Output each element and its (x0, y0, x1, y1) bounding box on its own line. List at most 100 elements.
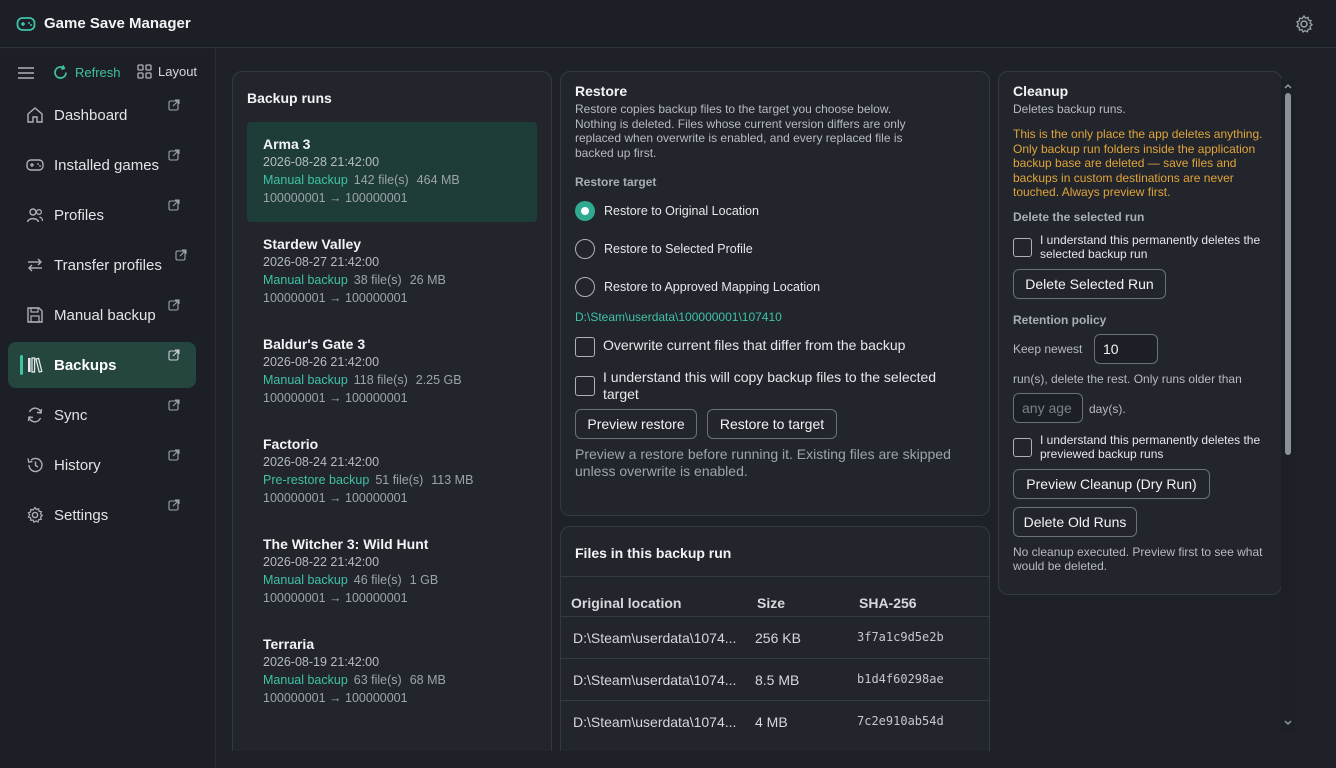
external-link-icon[interactable] (168, 99, 180, 111)
cleanup-confirm-checkbox[interactable] (1013, 438, 1032, 457)
external-link-icon[interactable] (168, 199, 180, 211)
column-header-size[interactable]: Size (757, 595, 785, 611)
backup-run-item[interactable]: Terraria 2026-08-19 21:42:00 Manual back… (247, 622, 537, 722)
backup-runs-panel: Backup runs Arma 3 2026-08-28 21:42:00 M… (232, 71, 552, 751)
preview-cleanup-button[interactable]: Preview Cleanup (Dry Run) (1013, 469, 1210, 499)
run-meta: Manual backup 142 file(s) 464 MB (263, 173, 460, 187)
external-link-icon[interactable] (168, 299, 180, 311)
external-link-icon[interactable] (168, 449, 180, 461)
run-meta: Manual backup 46 file(s) 1 GB (263, 573, 438, 587)
run-profile-ids: 100000001 → 100000001 (263, 491, 408, 505)
delete-section-label: Delete the selected run (1013, 210, 1145, 224)
backup-run-item[interactable]: The Witcher 3: Wild Hunt 2026-08-22 21:4… (247, 522, 537, 622)
delete-old-runs-button[interactable]: Delete Old Runs (1013, 507, 1137, 537)
age-days-input[interactable]: any age (1013, 393, 1083, 423)
divider (561, 576, 989, 577)
delete-selected-run-button[interactable]: Delete Selected Run (1013, 269, 1166, 299)
delete-confirm-row[interactable]: I understand this permanently deletes th… (1013, 233, 1275, 261)
run-type: Manual backup (263, 173, 348, 187)
overwrite-label: Overwrite current files that differ from… (603, 337, 906, 353)
sidebar-item-manual-backup[interactable]: Manual backup (8, 292, 196, 338)
run-type: Manual backup (263, 373, 348, 387)
run-date: 2026-08-27 21:42:00 (263, 255, 380, 269)
refresh-button[interactable]: Refresh (52, 64, 121, 81)
external-link-icon[interactable] (168, 349, 180, 361)
scroll-down-icon[interactable] (1283, 718, 1293, 728)
target-path-link[interactable]: D:\Steam\userdata\100000001\107410 (575, 310, 782, 324)
cleanup-confirm-row[interactable]: I understand this permanently deletes th… (1013, 433, 1275, 461)
file-location: D:\Steam\userdata\1074... (573, 714, 737, 730)
run-meta: Manual backup 38 file(s) 26 MB (263, 273, 446, 287)
file-size: 256 KB (755, 630, 801, 646)
delete-confirm-label: I understand this permanently deletes th… (1040, 233, 1261, 261)
radio-button[interactable] (575, 277, 595, 297)
divider (561, 700, 989, 701)
radio-button[interactable] (575, 201, 595, 221)
app-title: Game Save Manager (44, 15, 191, 32)
radio-mapping-location[interactable]: Restore to Approved Mapping Location (575, 277, 820, 297)
overwrite-checkbox-row[interactable]: Overwrite current files that differ from… (575, 337, 975, 357)
sidebar-item-settings[interactable]: Settings (8, 492, 196, 538)
run-name: The Witcher 3: Wild Hunt (263, 536, 429, 552)
sidebar-item-transfer-profiles[interactable]: Transfer profiles (8, 242, 196, 288)
run-name: Factorio (263, 436, 319, 452)
sidebar-item-sync[interactable]: Sync (8, 392, 196, 438)
column-header-location[interactable]: Original location (571, 595, 681, 611)
external-link-icon[interactable] (168, 149, 180, 161)
sidebar-item-profiles[interactable]: Profiles (8, 192, 196, 238)
library-icon (28, 357, 43, 373)
run-file-count: 38 file(s) (353, 273, 402, 287)
radio-button[interactable] (575, 239, 595, 259)
external-link-icon[interactable] (175, 249, 187, 261)
cleanup-title: Cleanup (1013, 83, 1069, 99)
sidebar-item-label: History (54, 457, 101, 474)
keep-newest-input[interactable]: 10 (1094, 334, 1158, 364)
radio-selected-profile[interactable]: Restore to Selected Profile (575, 239, 753, 259)
scrollbar-thumb[interactable] (1285, 93, 1291, 455)
menu-icon[interactable] (18, 66, 34, 80)
file-hash: 7c2e910ab54d (857, 714, 944, 728)
backup-run-item[interactable]: Baldur's Gate 3 2026-08-26 21:42:00 Manu… (247, 322, 537, 422)
sidebar-item-history[interactable]: History (8, 442, 196, 488)
files-panel: Files in this backup run Original locati… (560, 526, 990, 751)
sidebar-item-label: Profiles (54, 207, 105, 224)
run-file-count: 142 file(s) (353, 173, 409, 187)
file-location: D:\Steam\userdata\1074... (573, 630, 737, 646)
gear-icon[interactable] (1294, 14, 1314, 34)
gamepad-icon (26, 159, 44, 171)
backup-run-item[interactable]: Stardew Valley 2026-08-27 21:42:00 Manua… (247, 222, 537, 322)
restore-target-label: Restore target (575, 175, 657, 189)
restore-description: Restore copies backup files to the targe… (575, 102, 906, 160)
run-date: 2026-08-26 21:42:00 (263, 355, 380, 369)
transfer-icon (28, 258, 42, 272)
overwrite-checkbox[interactable] (575, 337, 595, 357)
run-file-count: 51 file(s) (375, 473, 424, 487)
backup-run-item[interactable]: Arma 3 2026-08-28 21:42:00 Manual backup… (247, 122, 537, 222)
sidebar-item-label: Transfer profiles (54, 257, 162, 274)
run-profile-ids: 100000001 → 100000001 (263, 191, 408, 205)
confirm-copy-checkbox[interactable] (575, 376, 595, 396)
radio-original-location[interactable]: Restore to Original Location (575, 201, 759, 221)
layout-label: Layout (158, 64, 198, 79)
column-header-sha[interactable]: SHA-256 (859, 595, 917, 611)
title-bar: Game Save Manager (0, 0, 1336, 48)
confirm-copy-checkbox-row[interactable]: I understand this will copy backup files… (575, 369, 975, 403)
restore-to-target-button[interactable]: Restore to target (707, 409, 837, 439)
radio-label: Restore to Original Location (604, 204, 759, 218)
sidebar-item-backups[interactable]: Backups (8, 342, 196, 388)
sidebar-item-dashboard[interactable]: Dashboard (8, 92, 196, 138)
run-name: Terraria (263, 636, 315, 652)
sidebar-item-installed-games[interactable]: Installed games (8, 142, 196, 188)
scrollbar[interactable] (1281, 79, 1295, 731)
grid-icon (137, 64, 152, 79)
run-date: 2026-08-22 21:42:00 (263, 555, 380, 569)
external-link-icon[interactable] (168, 399, 180, 411)
backup-run-item[interactable]: Factorio 2026-08-24 21:42:00 Pre-restore… (247, 422, 537, 522)
external-link-icon[interactable] (168, 499, 180, 511)
divider (561, 658, 989, 659)
preview-restore-button[interactable]: Preview restore (575, 409, 697, 439)
delete-confirm-checkbox[interactable] (1013, 238, 1032, 257)
layout-button[interactable]: Layout (137, 64, 197, 79)
scroll-up-icon[interactable] (1283, 81, 1293, 91)
home-icon (27, 107, 43, 123)
